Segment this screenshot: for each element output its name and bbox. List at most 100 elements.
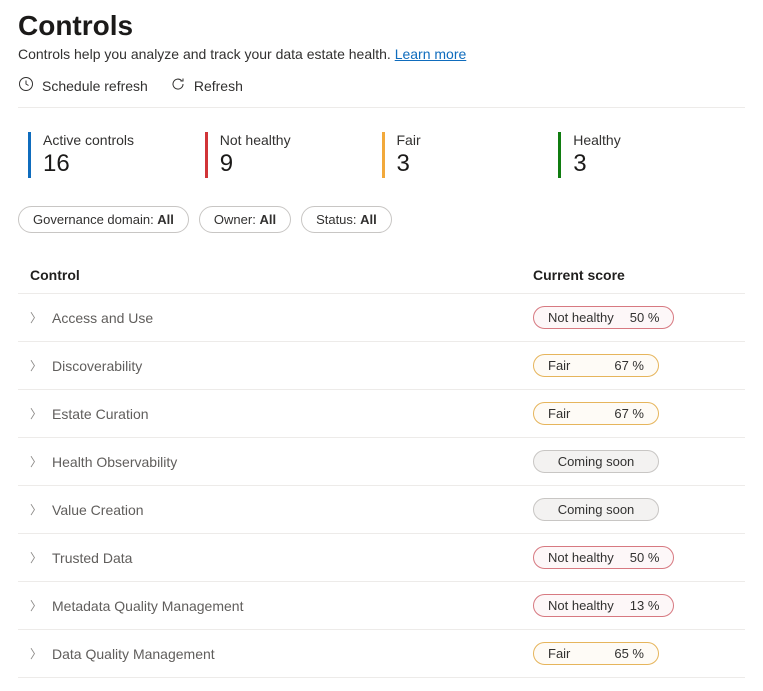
stat-card: Not healthy 9: [205, 132, 382, 178]
table-row[interactable]: 〉 Metadata Quality Management Not healthy 1…: [18, 582, 745, 630]
score-percent: 67 %: [614, 358, 644, 373]
filter-value: All: [360, 212, 377, 227]
row-score-cell: Not healthy 50 %: [533, 546, 733, 569]
score-status: Not healthy: [548, 598, 614, 613]
score-pill: Not healthy 13 %: [533, 594, 674, 617]
table-row[interactable]: 〉 Discoverability Fair 67 %: [18, 342, 745, 390]
filter-pill[interactable]: Owner: All: [199, 206, 291, 233]
table-row[interactable]: 〉 Value Creation Coming soon: [18, 486, 745, 534]
stat-value: 9: [220, 150, 382, 178]
score-pill: Not healthy 50 %: [533, 546, 674, 569]
row-score-cell: Not healthy 50 %: [533, 306, 733, 329]
table-header: Control Current score: [18, 257, 745, 294]
col-score-header: Current score: [533, 267, 733, 283]
row-score-cell: Coming soon: [533, 450, 733, 473]
stat-label: Fair: [397, 132, 559, 148]
filter-label: Governance domain:: [33, 212, 157, 227]
chevron-right-icon: 〉: [30, 405, 42, 422]
stat-card: Active controls 16: [28, 132, 205, 178]
filter-pill[interactable]: Governance domain: All: [18, 206, 189, 233]
row-score-cell: Coming soon: [533, 498, 733, 521]
stat-label: Healthy: [573, 132, 735, 148]
control-name: Health Observability: [52, 454, 177, 470]
filter-label: Owner:: [214, 212, 260, 227]
table-row[interactable]: 〉 Estate Curation Fair 67 %: [18, 390, 745, 438]
stat-value: 16: [43, 150, 205, 178]
subtitle-text: Controls help you analyze and track your…: [18, 46, 395, 62]
control-name: Value Creation: [52, 502, 144, 518]
score-status: Coming soon: [558, 454, 635, 469]
score-percent: 50 %: [630, 550, 660, 565]
clock-icon: [18, 76, 34, 95]
score-percent: 13 %: [630, 598, 660, 613]
score-status: Coming soon: [558, 502, 635, 517]
stat-card: Fair 3: [382, 132, 559, 178]
chevron-right-icon: 〉: [30, 549, 42, 566]
page-subtitle: Controls help you analyze and track your…: [18, 46, 745, 62]
score-status: Fair: [548, 646, 570, 661]
refresh-label: Refresh: [194, 78, 243, 94]
row-name-cell: 〉 Estate Curation: [30, 405, 533, 422]
row-score-cell: Fair 67 %: [533, 354, 733, 377]
refresh-button[interactable]: Refresh: [170, 76, 243, 95]
row-name-cell: 〉 Trusted Data: [30, 549, 533, 566]
filters-row: Governance domain: AllOwner: AllStatus: …: [18, 206, 745, 257]
stat-card: Healthy 3: [558, 132, 735, 178]
control-name: Metadata Quality Management: [52, 598, 243, 614]
col-control-header: Control: [30, 267, 533, 283]
score-percent: 50 %: [630, 310, 660, 325]
table-row[interactable]: 〉 Access and Use Not healthy 50 %: [18, 294, 745, 342]
table-row[interactable]: 〉 Health Observability Coming soon: [18, 438, 745, 486]
control-name: Estate Curation: [52, 406, 149, 422]
score-pill: Fair 67 %: [533, 402, 659, 425]
schedule-refresh-label: Schedule refresh: [42, 78, 148, 94]
score-status: Not healthy: [548, 310, 614, 325]
row-name-cell: 〉 Data Quality Management: [30, 645, 533, 662]
stat-label: Not healthy: [220, 132, 382, 148]
row-name-cell: 〉 Access and Use: [30, 309, 533, 326]
chevron-right-icon: 〉: [30, 501, 42, 518]
chevron-right-icon: 〉: [30, 645, 42, 662]
score-status: Fair: [548, 358, 570, 373]
chevron-right-icon: 〉: [30, 357, 42, 374]
control-name: Data Quality Management: [52, 646, 215, 662]
score-pill: Coming soon: [533, 450, 659, 473]
row-name-cell: 〉 Value Creation: [30, 501, 533, 518]
stat-value: 3: [573, 150, 735, 178]
control-name: Discoverability: [52, 358, 142, 374]
chevron-right-icon: 〉: [30, 597, 42, 614]
table-row[interactable]: 〉 Data Quality Management Fair 65 %: [18, 630, 745, 678]
chevron-right-icon: 〉: [30, 309, 42, 326]
schedule-refresh-button[interactable]: Schedule refresh: [18, 76, 148, 95]
score-pill: Fair 65 %: [533, 642, 659, 665]
filter-pill[interactable]: Status: All: [301, 206, 392, 233]
filter-label: Status:: [316, 212, 360, 227]
score-pill: Not healthy 50 %: [533, 306, 674, 329]
row-score-cell: Fair 65 %: [533, 642, 733, 665]
control-name: Trusted Data: [52, 550, 132, 566]
learn-more-link[interactable]: Learn more: [395, 46, 467, 62]
stats-row: Active controls16Not healthy9Fair3Health…: [18, 108, 745, 206]
score-percent: 67 %: [614, 406, 644, 421]
score-status: Fair: [548, 406, 570, 421]
row-score-cell: Fair 67 %: [533, 402, 733, 425]
score-pill: Coming soon: [533, 498, 659, 521]
row-name-cell: 〉 Health Observability: [30, 453, 533, 470]
table-row[interactable]: 〉 Trusted Data Not healthy 50 %: [18, 534, 745, 582]
control-name: Access and Use: [52, 310, 153, 326]
chevron-right-icon: 〉: [30, 453, 42, 470]
row-score-cell: Not healthy 13 %: [533, 594, 733, 617]
score-status: Not healthy: [548, 550, 614, 565]
refresh-icon: [170, 76, 186, 95]
score-pill: Fair 67 %: [533, 354, 659, 377]
table-body: 〉 Access and Use Not healthy 50 % 〉 Discovera…: [18, 294, 745, 678]
stat-label: Active controls: [43, 132, 205, 148]
row-name-cell: 〉 Metadata Quality Management: [30, 597, 533, 614]
toolbar: Schedule refresh Refresh: [18, 76, 745, 108]
score-percent: 65 %: [614, 646, 644, 661]
row-name-cell: 〉 Discoverability: [30, 357, 533, 374]
page-title: Controls: [18, 10, 745, 42]
filter-value: All: [157, 212, 174, 227]
filter-value: All: [259, 212, 276, 227]
stat-value: 3: [397, 150, 559, 178]
